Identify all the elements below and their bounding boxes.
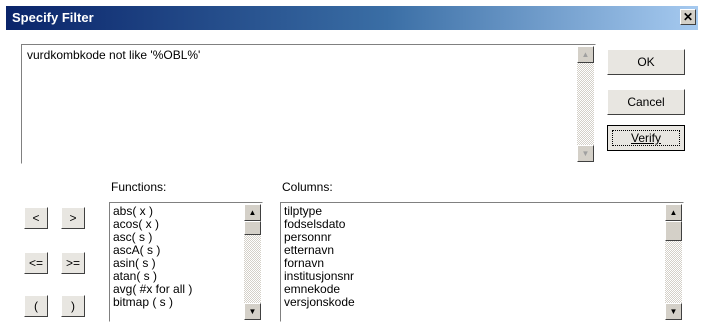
close-paren-button[interactable]: ) — [61, 295, 85, 317]
greater-than-label: > — [69, 211, 77, 225]
ok-button[interactable]: OK — [607, 49, 685, 75]
scroll-up-icon[interactable]: ▲ — [244, 204, 261, 221]
open-paren-label: ( — [34, 299, 38, 313]
greater-equal-button[interactable]: >= — [61, 252, 85, 274]
function-list-item[interactable]: bitmap ( s ) — [113, 296, 192, 309]
greater-equal-label: >= — [65, 256, 80, 270]
less-equal-button[interactable]: <= — [24, 252, 48, 274]
greater-than-button[interactable]: > — [61, 207, 85, 229]
title-bar[interactable]: Specify Filter ✕ — [6, 6, 698, 30]
functions-scrollbar[interactable]: ▲ ▼ — [244, 204, 261, 320]
specify-filter-dialog: Specify Filter ✕ vurdkombkode not like '… — [0, 0, 704, 331]
scroll-up-icon[interactable]: ▲ — [577, 46, 594, 63]
verify-button[interactable]: Verify — [607, 125, 685, 151]
close-icon[interactable]: ✕ — [680, 9, 696, 25]
functions-list[interactable]: abs( x ) acos( x ) asc( s ) ascA( s ) asin( … — [109, 202, 263, 322]
scroll-down-icon[interactable]: ▼ — [665, 303, 682, 320]
scroll-down-icon[interactable]: ▼ — [577, 145, 594, 162]
less-than-button[interactable]: < — [24, 207, 48, 229]
column-list-item[interactable]: versjonskode — [284, 296, 355, 309]
open-paren-button[interactable]: ( — [24, 295, 48, 317]
columns-items: tilptype fodselsdato personnr etternavn forn… — [284, 205, 355, 309]
functions-scroll-thumb[interactable] — [244, 221, 261, 235]
columns-label: Columns: — [282, 180, 333, 194]
columns-list[interactable]: tilptype fodselsdato personnr etternavn forn… — [280, 202, 684, 322]
filter-expression-field[interactable]: vurdkombkode not like '%OBL%' ▲ ▼ — [21, 44, 596, 164]
cancel-button[interactable]: Cancel — [607, 89, 685, 115]
window-title: Specify Filter — [12, 10, 94, 25]
scroll-down-icon[interactable]: ▼ — [244, 303, 261, 320]
columns-scrollbar[interactable]: ▲ ▼ — [665, 204, 682, 320]
functions-label: Functions: — [111, 180, 167, 194]
scroll-up-icon[interactable]: ▲ — [665, 204, 682, 221]
columns-scroll-thumb[interactable] — [665, 221, 682, 241]
focus-indicator — [612, 130, 680, 146]
less-equal-label: <= — [28, 256, 43, 270]
filter-expression-text: vurdkombkode not like '%OBL%' — [27, 48, 201, 62]
ok-button-label: OK — [637, 55, 655, 69]
filter-scrollbar[interactable]: ▲ ▼ — [577, 46, 594, 162]
less-than-label: < — [32, 211, 40, 225]
cancel-button-label: Cancel — [627, 95, 665, 109]
functions-items: abs( x ) acos( x ) asc( s ) ascA( s ) asin( … — [113, 205, 192, 309]
dialog-body: vurdkombkode not like '%OBL%' ▲ ▼ OK Can… — [6, 30, 698, 325]
close-paren-label: ) — [71, 299, 75, 313]
